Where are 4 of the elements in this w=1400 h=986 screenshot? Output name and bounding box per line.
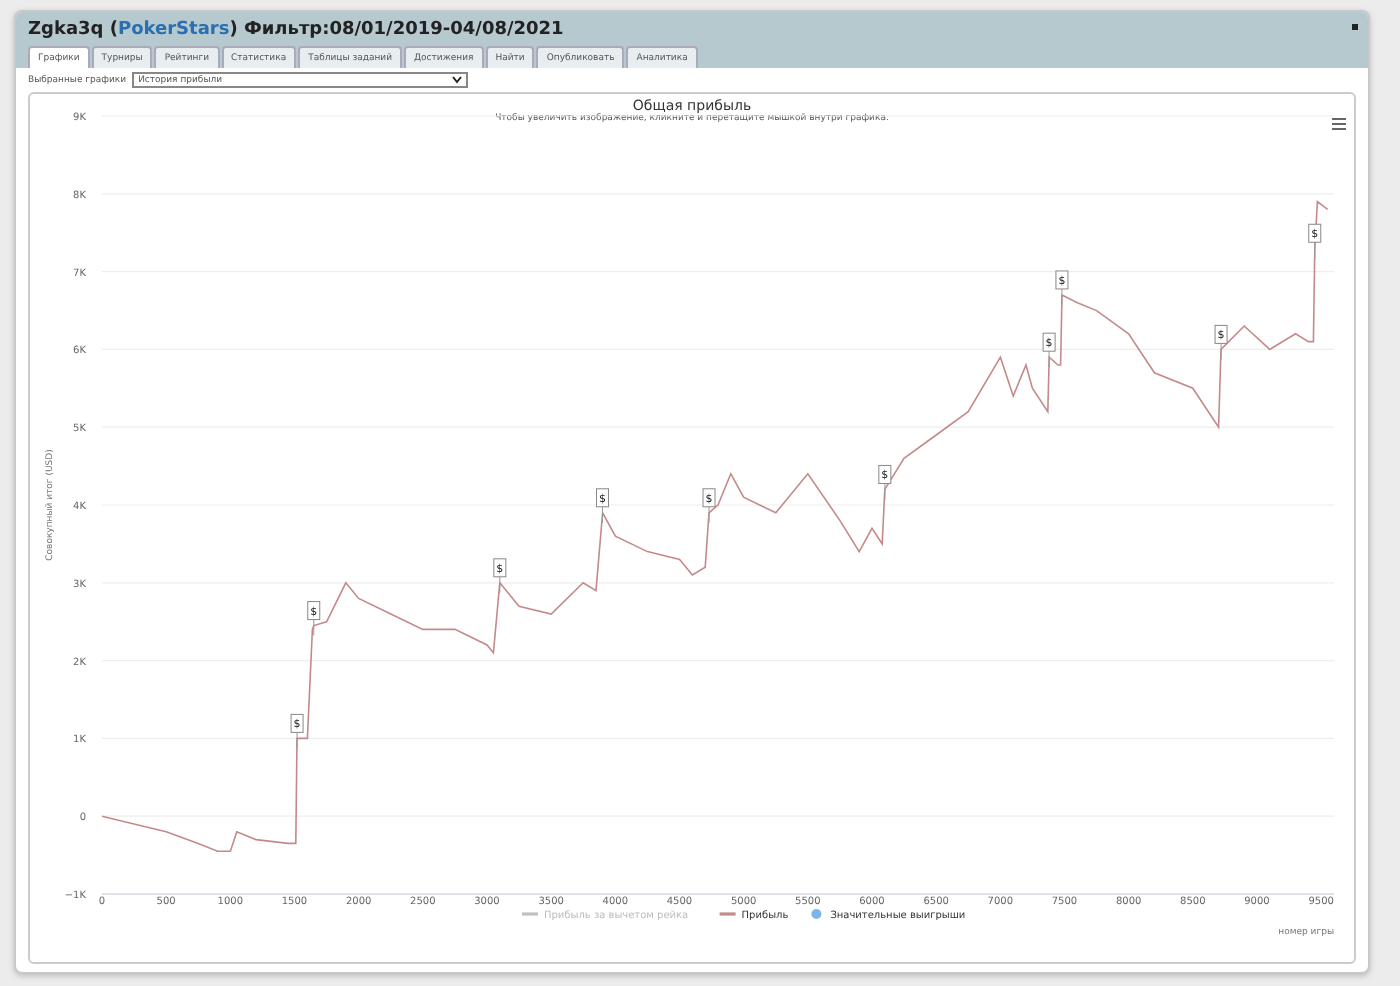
chevron-icon xyxy=(452,76,463,84)
window-title: Zgka3q (PokerStars) Фильтр:08/01/2019-04/08/2021 xyxy=(28,20,564,40)
legend-line-icon xyxy=(522,912,538,916)
menu-icon[interactable] xyxy=(1332,118,1346,130)
